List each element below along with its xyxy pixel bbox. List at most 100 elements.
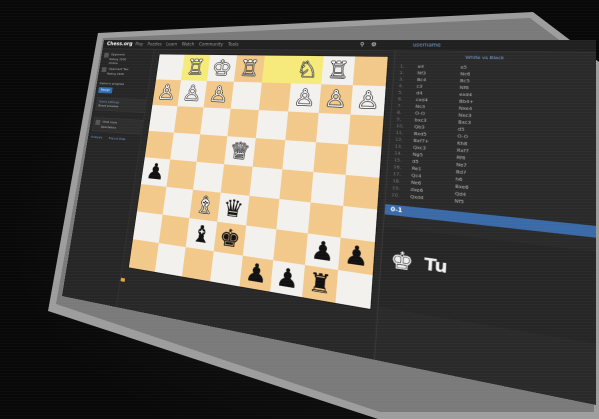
black-queen-icon[interactable]: ♛	[221, 193, 245, 225]
nav-item-puzzles[interactable]: Puzzles	[147, 40, 163, 49]
square-h5[interactable]	[343, 175, 379, 210]
square-f3[interactable]	[285, 111, 318, 142]
black-bishop-icon[interactable]: ♝	[190, 219, 214, 251]
square-f8[interactable]: ♟	[270, 260, 305, 297]
black-pawn-icon[interactable]: ♟	[343, 238, 370, 274]
square-h8[interactable]	[335, 270, 372, 309]
square-g2[interactable]: ♙	[319, 84, 353, 114]
square-f6[interactable]	[276, 199, 310, 233]
white-pawn-icon[interactable]: ♙	[292, 84, 317, 113]
square-c2[interactable]: ♙	[204, 81, 234, 109]
square-c1[interactable]: ♔	[207, 55, 237, 82]
square-g3[interactable]	[316, 113, 350, 144]
square-c4[interactable]	[197, 134, 228, 164]
export-pgn-link[interactable]: Export PGN	[108, 136, 125, 141]
square-b6[interactable]	[163, 187, 193, 218]
site-logo[interactable]: Chess.org	[106, 40, 133, 49]
search-icon[interactable]: ⚲	[359, 40, 365, 50]
square-b8[interactable]	[155, 243, 186, 277]
nav-item-tools[interactable]: Tools	[227, 40, 239, 49]
square-d7[interactable]: ♚	[214, 222, 246, 256]
gear-icon[interactable]: ⚙	[371, 40, 378, 50]
resign-button[interactable]: Resign	[98, 87, 113, 93]
square-c8[interactable]	[182, 247, 214, 281]
square-c6[interactable]: ♗	[189, 190, 220, 222]
square-c3[interactable]	[200, 107, 231, 136]
square-h7[interactable]: ♟	[338, 238, 375, 276]
square-b4[interactable]	[170, 133, 200, 162]
square-e6[interactable]	[246, 196, 279, 230]
square-f7[interactable]	[273, 229, 308, 265]
square-b7[interactable]	[159, 215, 190, 247]
nav-item-play[interactable]: Play	[135, 40, 144, 49]
black-pawn-icon[interactable]: ♟	[244, 256, 269, 291]
nav-item-watch[interactable]: Watch	[181, 40, 195, 49]
white-bishop-icon[interactable]: ♗	[193, 190, 216, 221]
square-e8[interactable]: ♟	[239, 256, 273, 292]
square-h4[interactable]	[346, 144, 382, 177]
nav-item-community[interactable]: Community	[198, 40, 223, 49]
square-d3[interactable]	[227, 109, 258, 138]
white-rook-icon[interactable]: ♖	[238, 55, 261, 82]
square-a2[interactable]: ♙	[152, 79, 181, 106]
square-d6[interactable]: ♛	[217, 193, 249, 226]
white-king-icon[interactable]: ♔	[211, 55, 233, 82]
square-b1[interactable]: ♖	[181, 55, 210, 81]
black-rook-icon[interactable]: ♜	[307, 266, 334, 302]
square-e4[interactable]	[253, 138, 286, 169]
square-h3[interactable]	[348, 115, 384, 147]
nav-item-learn[interactable]: Learn	[165, 40, 177, 49]
white-pawn-icon[interactable]: ♙	[355, 85, 381, 116]
square-a4[interactable]	[145, 131, 174, 160]
white-queen-icon[interactable]: ♕	[228, 136, 252, 166]
square-h6[interactable]	[341, 206, 378, 242]
square-e1[interactable]	[262, 55, 294, 83]
square-a7[interactable]	[133, 211, 163, 243]
square-g8[interactable]: ♜	[302, 265, 338, 303]
player2-name[interactable]: Opponent Two	[108, 67, 128, 71]
analysis-link[interactable]: Analysis	[91, 135, 103, 140]
board-preview-link[interactable]: Board preview	[98, 104, 119, 109]
square-d5[interactable]	[221, 164, 253, 196]
black-king-icon[interactable]: ♚	[218, 222, 242, 255]
white-pawn-icon[interactable]: ♙	[207, 81, 230, 108]
square-g4[interactable]	[313, 142, 348, 175]
square-g5[interactable]	[311, 172, 346, 206]
square-a3[interactable]	[149, 105, 178, 133]
player-name[interactable]: Opponent	[111, 53, 125, 57]
square-a8[interactable]	[129, 239, 159, 272]
user-menu[interactable]: username	[413, 40, 441, 51]
square-e2[interactable]	[259, 83, 291, 112]
square-c7[interactable]: ♝	[186, 218, 218, 251]
chat-room-link[interactable]: Chat room	[102, 120, 117, 124]
square-h2[interactable]: ♙	[351, 85, 386, 116]
black-pawn-icon[interactable]: ♟	[144, 158, 166, 187]
square-e5[interactable]	[249, 167, 282, 199]
square-g6[interactable]	[308, 202, 343, 237]
square-f1[interactable]: ♘	[291, 56, 324, 84]
square-d4[interactable]: ♕	[224, 136, 256, 166]
square-e3[interactable]	[256, 110, 288, 140]
square-a5[interactable]: ♟	[141, 157, 170, 187]
black-pawn-icon[interactable]: ♟	[275, 261, 301, 297]
white-pawn-icon[interactable]: ♙	[181, 80, 203, 107]
square-f2[interactable]: ♙	[288, 83, 321, 113]
square-h1[interactable]	[353, 56, 388, 86]
white-knight-icon[interactable]: ♘	[295, 56, 319, 84]
square-f5[interactable]	[279, 169, 313, 202]
square-a1[interactable]	[156, 54, 184, 80]
square-b3[interactable]	[174, 106, 204, 134]
square-g1[interactable]: ♖	[321, 56, 355, 85]
square-d2[interactable]	[231, 82, 262, 110]
square-d1[interactable]: ♖	[234, 55, 265, 82]
square-a6[interactable]	[137, 184, 167, 215]
square-g7[interactable]: ♟	[305, 233, 341, 270]
square-f4[interactable]	[282, 140, 316, 172]
white-pawn-icon[interactable]: ♙	[156, 80, 178, 106]
square-d8[interactable]	[210, 251, 243, 286]
white-rook-icon[interactable]: ♖	[326, 56, 351, 85]
square-c5[interactable]	[193, 162, 224, 193]
black-pawn-icon[interactable]: ♟	[310, 234, 336, 269]
white-pawn-icon[interactable]: ♙	[323, 84, 348, 114]
white-rook-icon[interactable]: ♖	[185, 55, 207, 81]
